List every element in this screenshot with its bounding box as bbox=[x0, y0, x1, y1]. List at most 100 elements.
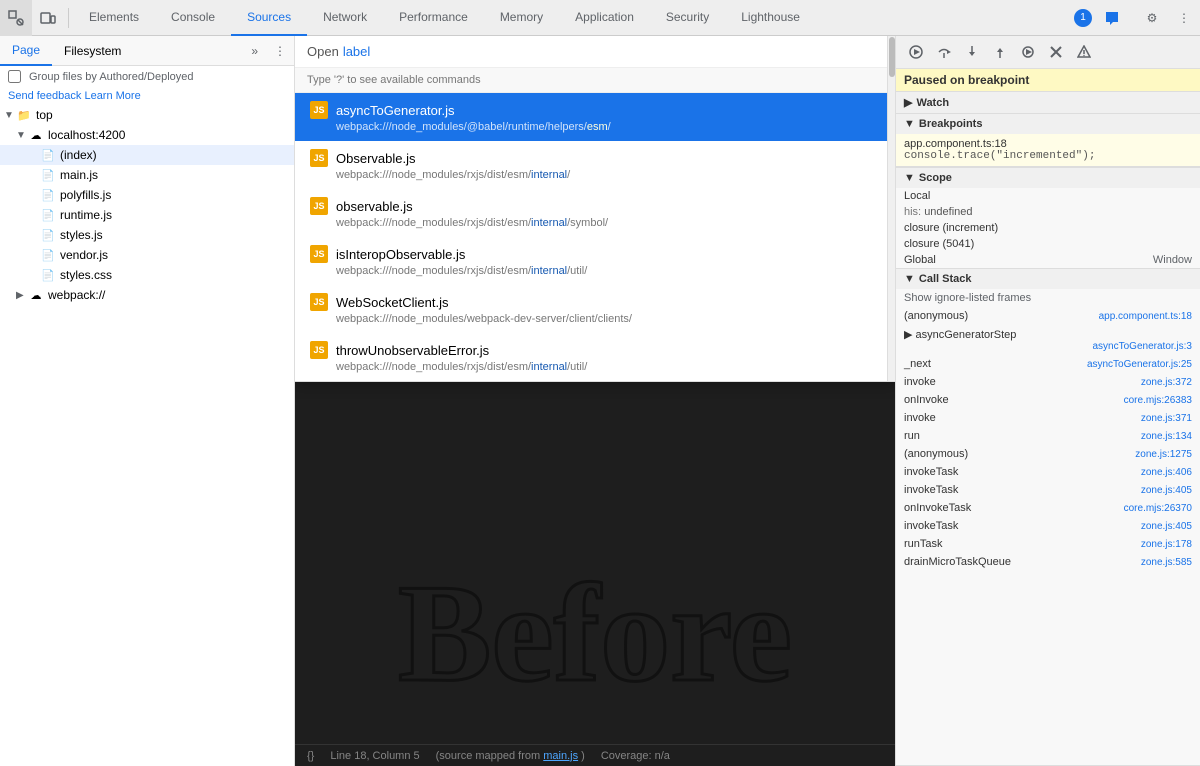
stack-item-6[interactable]: run zone.js:134 bbox=[896, 427, 1200, 445]
notification-badge[interactable]: 1 bbox=[1074, 9, 1092, 27]
stack-item-4[interactable]: onInvoke core.mjs:26383 bbox=[896, 391, 1200, 409]
scope-header[interactable]: ▼ Scope bbox=[896, 168, 1200, 188]
tree-item-runtime[interactable]: 📄 runtime.js bbox=[0, 205, 294, 225]
panel-more-icon[interactable]: » bbox=[243, 44, 266, 58]
file-result-2[interactable]: JS observable.js webpack:///node_modules… bbox=[295, 189, 895, 237]
tree-arrow-localhost: ▼ bbox=[16, 130, 28, 141]
tab-filesystem[interactable]: Filesystem bbox=[52, 36, 133, 66]
deactivate-breakpoints-button[interactable] bbox=[1044, 40, 1068, 64]
device-toggle-icon[interactable] bbox=[32, 0, 64, 36]
file-result-1-icon: JS bbox=[310, 149, 328, 167]
devtools-window: Elements Console Sources Network Perform… bbox=[0, 0, 1200, 766]
file-result-1-path: webpack:///node_modules/rxjs/dist/esm/in… bbox=[336, 169, 883, 181]
pause-on-exception-button[interactable] bbox=[1072, 40, 1096, 64]
stack-item-12[interactable]: runTask zone.js:178 bbox=[896, 535, 1200, 553]
before-text-area: Before bbox=[295, 564, 895, 704]
file-result-0[interactable]: JS asyncToGenerator.js webpack:///node_m… bbox=[295, 93, 895, 141]
open-file-dialog: Open label Type '?' to see available com… bbox=[295, 36, 895, 382]
tab-console[interactable]: Console bbox=[155, 0, 231, 36]
file-result-4[interactable]: JS WebSocketClient.js webpack:///node_mo… bbox=[295, 285, 895, 333]
file-result-0-header: JS asyncToGenerator.js bbox=[310, 101, 883, 119]
tree-arrow-top: ▼ bbox=[4, 110, 16, 121]
inspect-icon[interactable] bbox=[0, 0, 32, 36]
stack-item-11[interactable]: invokeTask zone.js:405 bbox=[896, 517, 1200, 535]
step-over-button[interactable] bbox=[932, 40, 956, 64]
watch-header[interactable]: ▶ Watch bbox=[896, 92, 1200, 113]
right-panel: Paused on breakpoint ▶ Watch ▼ Breakpoin… bbox=[895, 36, 1200, 766]
call-stack-header[interactable]: ▼ Call Stack bbox=[896, 269, 1200, 289]
stack-item-2[interactable]: _next asyncToGenerator.js:25 bbox=[896, 355, 1200, 373]
scope-global[interactable]: Global Window bbox=[896, 252, 1200, 268]
settings-icon[interactable]: ⚙ bbox=[1136, 0, 1168, 36]
stack-item-5[interactable]: invoke zone.js:371 bbox=[896, 409, 1200, 427]
send-feedback-link[interactable]: Send feedback bbox=[8, 90, 81, 102]
scope-closure-increment[interactable]: closure (increment) bbox=[896, 220, 1200, 236]
watch-section: ▶ Watch bbox=[896, 92, 1200, 114]
panel-options-icon[interactable]: ⋮ bbox=[266, 44, 294, 58]
stack-item-13[interactable]: drainMicroTaskQueue zone.js:585 bbox=[896, 553, 1200, 571]
file-result-list: JS asyncToGenerator.js webpack:///node_m… bbox=[295, 93, 895, 381]
tree-arrow-webpack: ▶ bbox=[16, 290, 28, 301]
tab-page[interactable]: Page bbox=[0, 36, 52, 66]
folder-icon: 📁 bbox=[16, 107, 32, 123]
file-result-5-header: JS throwUnobservableError.js bbox=[310, 341, 883, 359]
tab-security[interactable]: Security bbox=[650, 0, 725, 36]
open-file-input[interactable] bbox=[370, 44, 372, 59]
scope-this[interactable]: his: undefined bbox=[896, 204, 1200, 220]
stack-item-7[interactable]: (anonymous) zone.js:1275 bbox=[896, 445, 1200, 463]
call-stack-list: (anonymous) app.component.ts:18 ▶ asyncG… bbox=[896, 307, 1200, 765]
center-panel: Open label Type '?' to see available com… bbox=[295, 36, 895, 766]
tree-item-polyfills[interactable]: 📄 polyfills.js bbox=[0, 185, 294, 205]
format-button[interactable]: {} bbox=[307, 750, 314, 762]
left-panel: Page Filesystem » ⋮ Group files by Autho… bbox=[0, 36, 295, 766]
stack-item-9[interactable]: invokeTask zone.js:405 bbox=[896, 481, 1200, 499]
chat-icon[interactable] bbox=[1096, 0, 1128, 36]
tree-item-vendor[interactable]: 📄 vendor.js bbox=[0, 245, 294, 265]
file-result-5[interactable]: JS throwUnobservableError.js webpack:///… bbox=[295, 333, 895, 381]
tab-elements[interactable]: Elements bbox=[73, 0, 155, 36]
tree-item-top[interactable]: ▼ 📁 top bbox=[0, 105, 294, 125]
dialog-scrollbar[interactable] bbox=[887, 36, 895, 381]
breakpoint-item[interactable]: app.component.ts:18 console.trace("incre… bbox=[896, 134, 1200, 167]
learn-more-link[interactable]: Learn More bbox=[84, 90, 140, 102]
file-tree: ▼ 📁 top ▼ ☁ localhost:4200 📄 (index) bbox=[0, 105, 294, 766]
tree-item-localhost[interactable]: ▼ ☁ localhost:4200 bbox=[0, 125, 294, 145]
tab-network[interactable]: Network bbox=[307, 0, 383, 36]
step-out-button[interactable] bbox=[988, 40, 1012, 64]
feedback-area: Send feedback Learn More bbox=[0, 87, 294, 105]
tab-performance[interactable]: Performance bbox=[383, 0, 484, 36]
resume-button[interactable] bbox=[904, 40, 928, 64]
tree-item-main[interactable]: 📄 main.js bbox=[0, 165, 294, 185]
stack-item-10[interactable]: onInvokeTask core.mjs:26370 bbox=[896, 499, 1200, 517]
file-icon-runtime: 📄 bbox=[40, 207, 56, 223]
debug-toolbar bbox=[896, 36, 1200, 69]
more-icon[interactable]: ⋮ bbox=[1168, 0, 1200, 36]
step-into-button[interactable] bbox=[960, 40, 984, 64]
tree-item-webpack[interactable]: ▶ ☁ webpack:// bbox=[0, 285, 294, 305]
file-result-3-header: JS isInteropObservable.js bbox=[310, 245, 883, 263]
stack-item-0[interactable]: (anonymous) app.component.ts:18 bbox=[896, 307, 1200, 325]
file-result-1[interactable]: JS Observable.js webpack:///node_modules… bbox=[295, 141, 895, 189]
tree-item-stylesjs[interactable]: 📄 styles.js bbox=[0, 225, 294, 245]
tab-application[interactable]: Application bbox=[559, 0, 650, 36]
show-ignored-frames[interactable]: Show ignore-listed frames bbox=[896, 289, 1200, 307]
tree-item-stylescss[interactable]: 📄 styles.css bbox=[0, 265, 294, 285]
stack-item-asyncgen[interactable]: ▶ asyncGeneratorStep asyncToGenerator.js… bbox=[896, 325, 1200, 355]
breakpoints-header[interactable]: ▼ Breakpoints bbox=[896, 114, 1200, 134]
source-map-link[interactable]: main.js bbox=[543, 750, 578, 762]
group-files-checkbox[interactable] bbox=[8, 70, 21, 83]
file-result-0-name: asyncToGenerator.js bbox=[336, 103, 455, 118]
tab-sources[interactable]: Sources bbox=[231, 0, 307, 36]
tab-memory[interactable]: Memory bbox=[484, 0, 559, 36]
dialog-scroll-thumb bbox=[889, 37, 895, 77]
file-result-3[interactable]: JS isInteropObservable.js webpack:///nod… bbox=[295, 237, 895, 285]
stack-item-3[interactable]: invoke zone.js:372 bbox=[896, 373, 1200, 391]
step-button[interactable] bbox=[1016, 40, 1040, 64]
stack-item-8[interactable]: invokeTask zone.js:406 bbox=[896, 463, 1200, 481]
scope-closure-5041[interactable]: closure (5041) bbox=[896, 236, 1200, 252]
scope-local[interactable]: Local bbox=[896, 188, 1200, 204]
tree-item-index[interactable]: 📄 (index) bbox=[0, 145, 294, 165]
tab-lighthouse[interactable]: Lighthouse bbox=[725, 0, 816, 36]
file-icon-stylesjs: 📄 bbox=[40, 227, 56, 243]
breakpoint-code: console.trace("incremented"); bbox=[904, 150, 1192, 162]
